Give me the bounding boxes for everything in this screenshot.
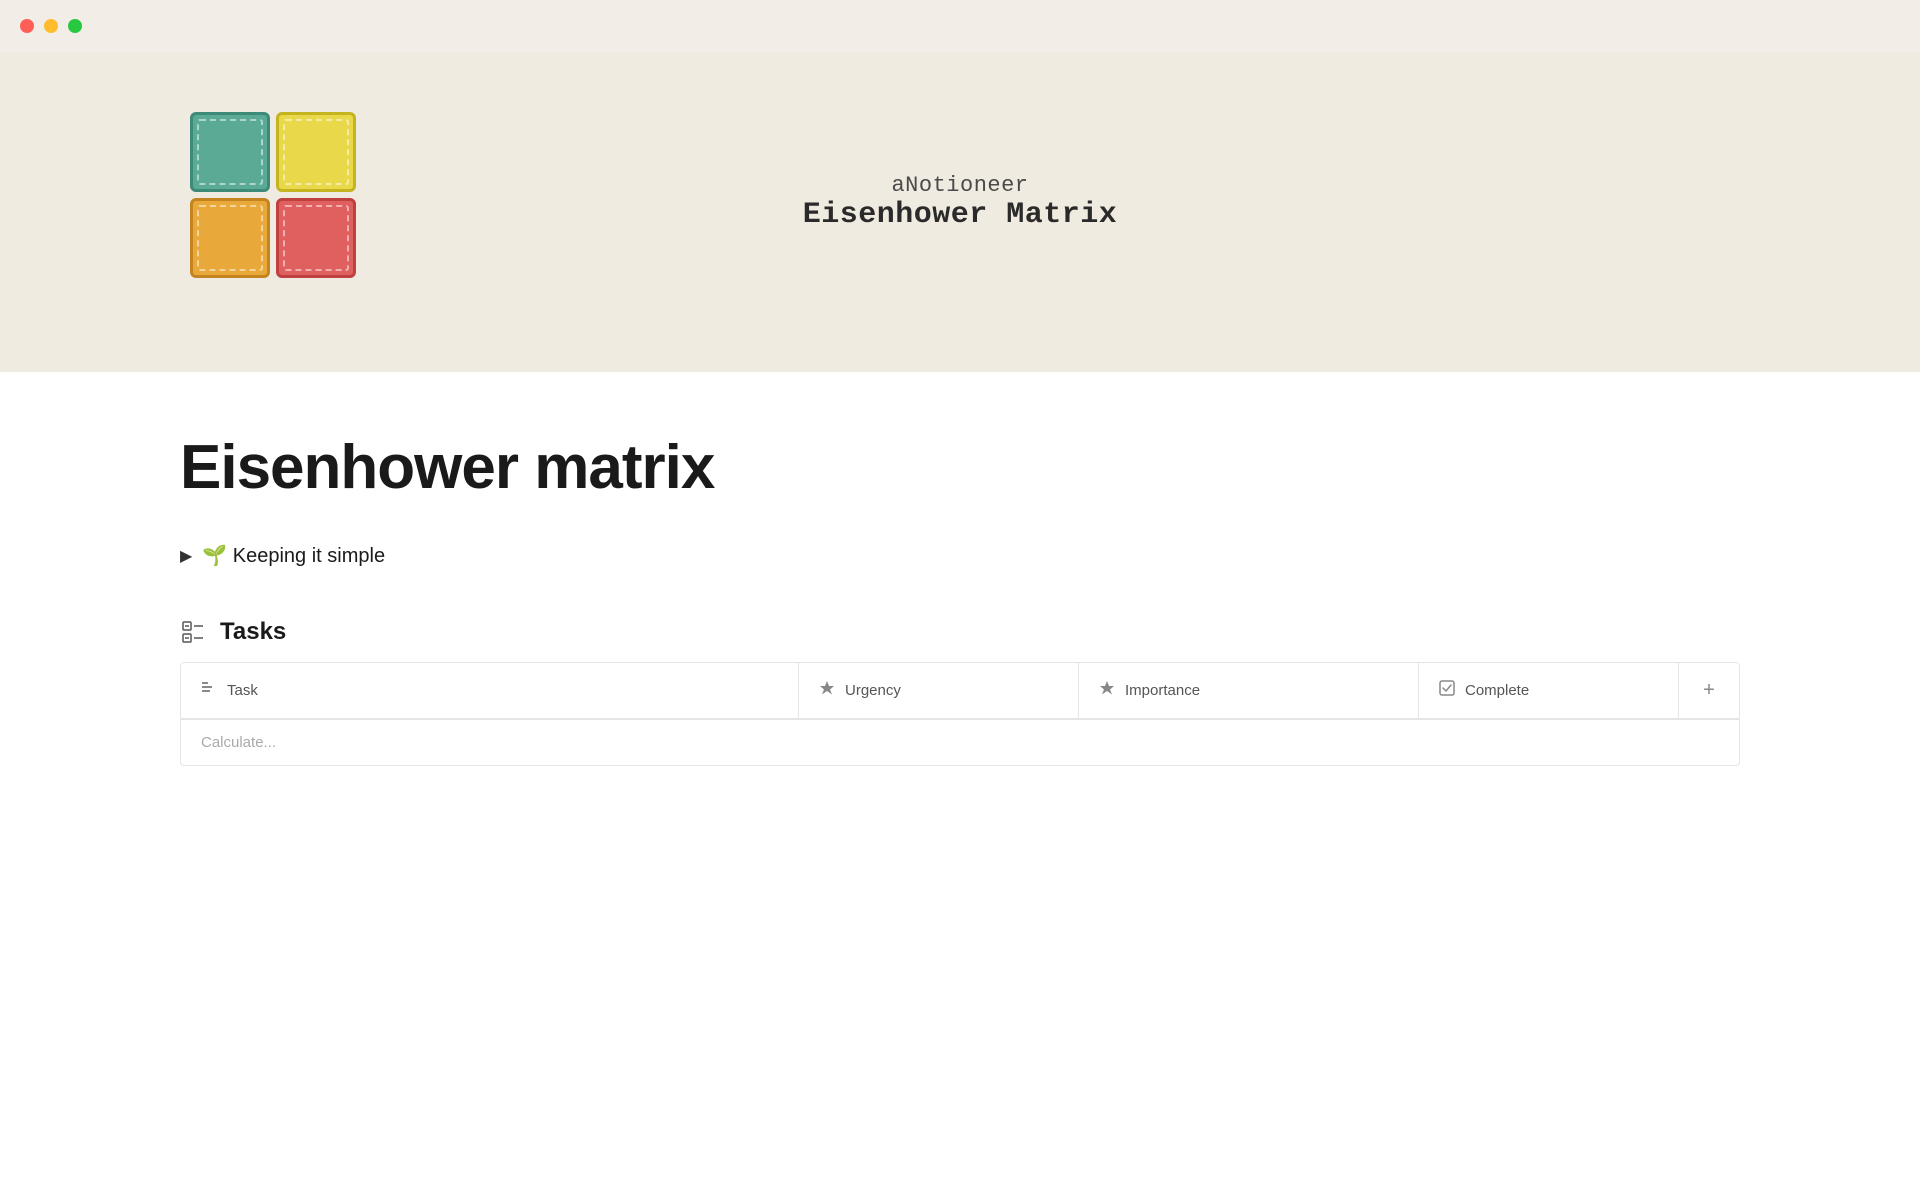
banner-text: aNotioneer Eisenhower Matrix [803,173,1118,232]
urgency-col-icon [819,680,835,701]
tasks-table: Task Urgency [180,662,1740,766]
add-column-area[interactable]: + [1679,663,1739,718]
content-area: Eisenhower matrix ▶ 🌱 Keeping it simple [0,372,1920,766]
add-column-button[interactable]: + [1703,679,1715,702]
tasks-header: Tasks [180,618,1740,646]
window-chrome [0,0,1920,52]
collapsed-section-label: 🌱 Keeping it simple [202,543,385,568]
table-header-row: Task Urgency [181,663,1739,719]
close-button[interactable] [20,19,34,33]
matrix-cell-yellow [276,112,356,192]
collapsed-section[interactable]: ▶ 🌱 Keeping it simple [180,543,1740,568]
column-importance: Importance [1079,663,1419,718]
banner-title: Eisenhower Matrix [803,198,1118,232]
hero-banner: aNotioneer Eisenhower Matrix [0,52,1920,372]
matrix-cell-red [276,198,356,278]
minimize-button[interactable] [44,19,58,33]
banner-subtitle: aNotioneer [803,173,1118,198]
importance-col-icon [1099,680,1115,701]
urgency-col-label: Urgency [845,682,901,699]
page-title: Eisenhower matrix [180,432,1740,503]
column-urgency: Urgency [799,663,1079,718]
matrix-icon [190,112,356,278]
tasks-title: Tasks [220,618,286,646]
maximize-button[interactable] [68,19,82,33]
tasks-section: Tasks Task [180,618,1740,766]
section-text: Keeping it simple [233,545,385,567]
task-col-label: Task [227,682,258,699]
column-complete: Complete [1419,663,1679,718]
complete-col-icon [1439,680,1455,701]
section-emoji: 🌱 [202,545,227,567]
importance-col-label: Importance [1125,682,1200,699]
collapse-arrow-icon: ▶ [180,546,192,566]
complete-col-label: Complete [1465,682,1529,699]
matrix-cell-orange [190,198,270,278]
table-bottom-hint: Calculate... [181,719,1739,765]
column-task: Task [181,663,799,718]
matrix-cell-teal [190,112,270,192]
tasks-icon [180,618,208,646]
task-col-icon [201,680,217,701]
